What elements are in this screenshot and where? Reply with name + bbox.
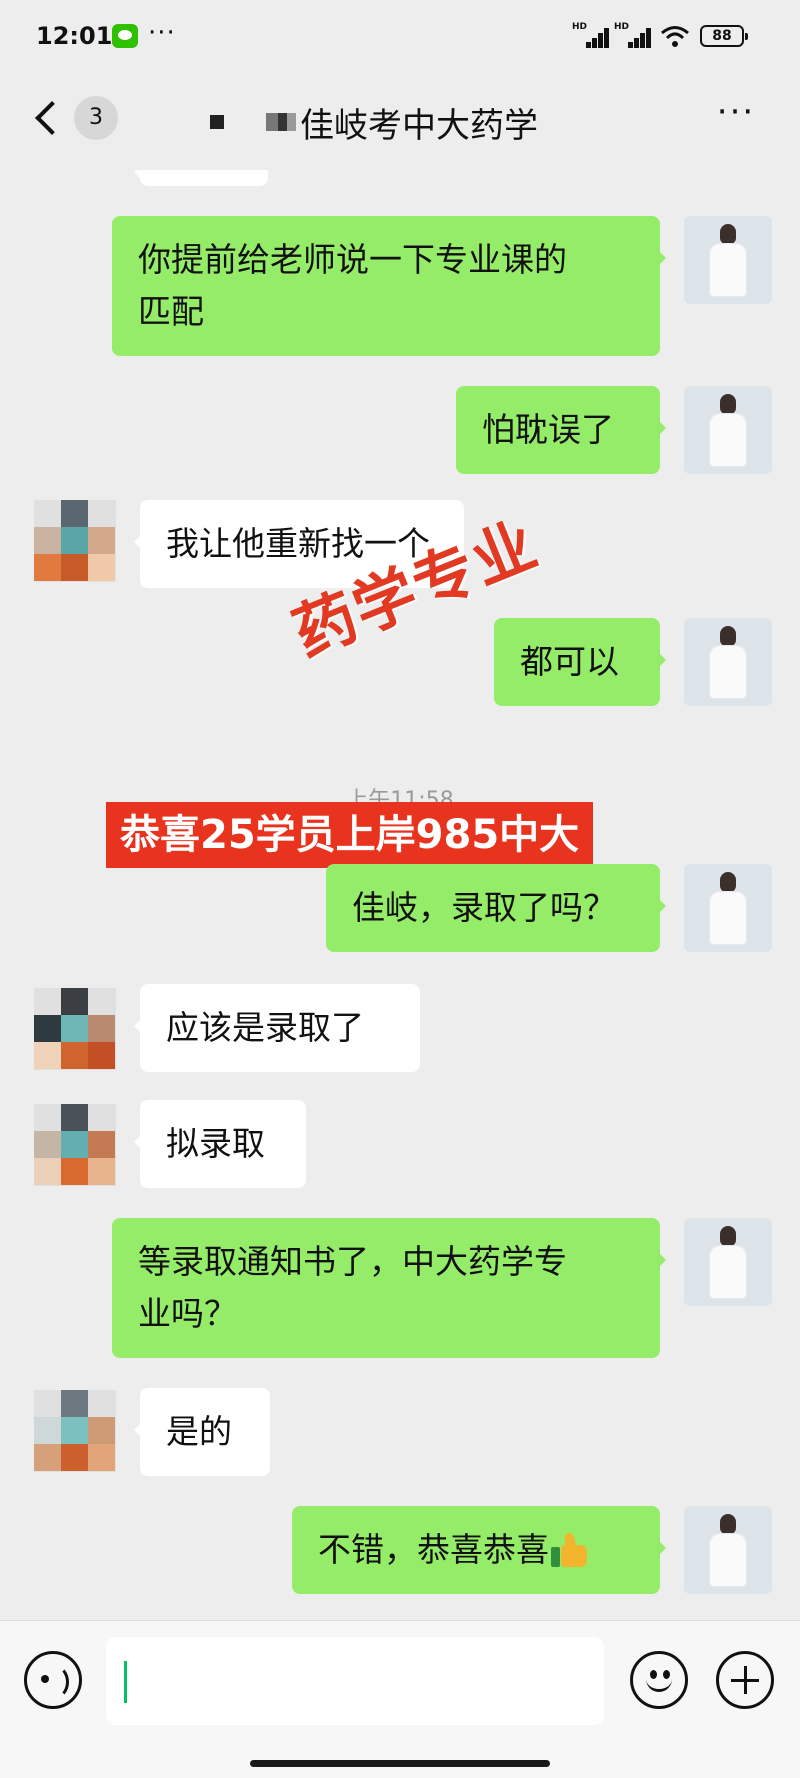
contact-avatar[interactable]	[34, 1104, 116, 1186]
wechat-notification-icon	[112, 24, 138, 48]
chat-title-wrap: 佳岐考中大药学	[210, 98, 538, 146]
message-line: 匹配	[138, 292, 204, 331]
my-avatar[interactable]	[684, 864, 772, 952]
message-bubble-me[interactable]: 你提前给老师说一下专业课的 匹配	[112, 216, 666, 356]
message-line: 佳岐，录取了吗？	[352, 888, 616, 927]
emoji-icon[interactable]	[630, 1651, 688, 1709]
message-bubble-them[interactable]: 是的	[134, 1388, 270, 1476]
signal-icon: HD	[572, 22, 609, 48]
signal-hd-label-2: HD	[614, 22, 630, 32]
my-avatar[interactable]	[684, 618, 772, 706]
message-bubble-me[interactable]: 佳岐，录取了吗？	[326, 864, 666, 952]
my-avatar[interactable]	[684, 1506, 772, 1594]
chat-header: 3 佳岐考中大药学 ···	[0, 72, 800, 170]
status-bar: 12:01 ··· HD HD 88	[0, 0, 800, 72]
contact-avatar[interactable]	[34, 988, 116, 1070]
my-avatar[interactable]	[684, 1218, 772, 1306]
message-line: 怕耽误了	[482, 410, 614, 449]
message-bubble-me[interactable]: 等录取通知书了，中大药学专 业吗？	[112, 1218, 666, 1358]
message-line: 等录取通知书了，中大药学专	[138, 1242, 567, 1281]
plus-icon[interactable]	[716, 1651, 774, 1709]
message-bubble-me[interactable]: 都可以	[494, 618, 666, 706]
more-options-button[interactable]: ···	[712, 95, 760, 132]
message-line: 是的	[166, 1412, 232, 1451]
message-bubble-them[interactable]: 应该是录取了	[134, 984, 420, 1072]
home-indicator	[250, 1760, 550, 1767]
message-bubble-them[interactable]: 拟录取	[134, 1100, 306, 1188]
battery-icon: 88	[700, 25, 748, 47]
message-line: 业吗？	[138, 1294, 237, 1333]
message-line: 不错，恭喜恭喜	[318, 1530, 549, 1569]
message-list[interactable]: 你提前给老师说一下专业课的 匹配 怕耽误了 我让他重新找一个 都可以 药学专业 …	[0, 170, 800, 1620]
back-chevron-icon	[35, 101, 69, 135]
message-bubble-me[interactable]: 不错，恭喜恭喜	[292, 1506, 666, 1594]
status-time: 12:01	[36, 22, 113, 50]
message-line: 都可以	[520, 642, 619, 681]
my-avatar[interactable]	[684, 386, 772, 474]
my-avatar[interactable]	[684, 216, 772, 304]
message-bubble-me[interactable]: 怕耽误了	[456, 386, 666, 474]
unread-count-badge: 3	[74, 96, 118, 140]
message-input[interactable]	[106, 1637, 604, 1725]
message-bubble-partial[interactable]	[134, 170, 268, 186]
message-line: 拟录取	[166, 1124, 265, 1163]
voice-icon[interactable]	[24, 1651, 82, 1709]
back-button[interactable]: 3	[30, 94, 120, 148]
signal-hd-label: HD	[572, 22, 588, 32]
censored-name-block-2	[266, 113, 296, 131]
contact-avatar[interactable]	[34, 500, 116, 582]
message-line: 应该是录取了	[166, 1008, 364, 1047]
status-more-indicator: ···	[148, 18, 176, 48]
message-line: 你提前给老师说一下专业课的	[138, 240, 567, 279]
chat-title: 佳岐考中大药学	[300, 105, 538, 146]
input-bar	[0, 1620, 800, 1778]
signal-icon-2: HD	[614, 22, 651, 48]
censored-name-block	[210, 115, 224, 129]
contact-avatar[interactable]	[34, 1390, 116, 1472]
wifi-icon	[661, 26, 689, 47]
text-caret	[124, 1661, 127, 1703]
congrats-banner: 恭喜25学员上岸985中大	[106, 802, 594, 868]
thumbs-up-icon	[551, 1532, 591, 1567]
